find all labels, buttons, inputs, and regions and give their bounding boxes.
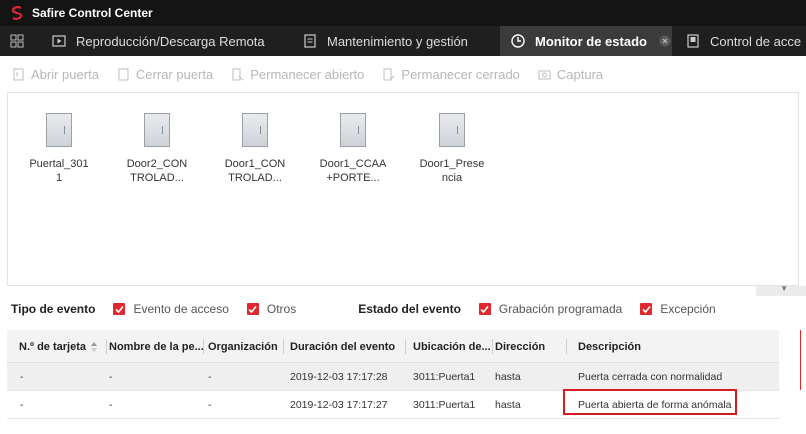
column-header-card-number[interactable]: N.º de tarjeta bbox=[19, 330, 107, 363]
column-header-description[interactable]: Descripción bbox=[578, 330, 768, 363]
access-event-checkbox[interactable]: Evento de acceso bbox=[113, 302, 229, 316]
door-device-item[interactable]: Door1_Prese ncia bbox=[417, 113, 487, 185]
monitor-icon bbox=[511, 34, 525, 48]
checkbox-checked-icon bbox=[640, 303, 653, 315]
column-header-event-duration[interactable]: Duración del evento bbox=[290, 330, 406, 363]
open-door-icon bbox=[13, 68, 24, 80]
event-state-label: Estado del evento bbox=[358, 302, 461, 316]
others-checkbox[interactable]: Otros bbox=[246, 302, 296, 316]
remain-open-button[interactable]: Permanecer abierto bbox=[231, 67, 364, 82]
close-door-icon bbox=[118, 68, 129, 80]
cell-organization: - bbox=[208, 399, 212, 411]
tab-access-control[interactable]: Control de acce bbox=[686, 26, 806, 56]
open-door-button[interactable]: Abrir puerta bbox=[12, 67, 99, 82]
cell-organization: - bbox=[208, 371, 212, 383]
cell-location: 3011:Puerta1 bbox=[413, 371, 476, 383]
cell-person-name: - bbox=[109, 371, 113, 383]
checkbox-checked-icon bbox=[113, 303, 126, 315]
cell-location: 3011:Puerta1 bbox=[413, 399, 476, 411]
close-tab-icon[interactable] bbox=[659, 35, 671, 47]
exception-checkbox[interactable]: Excepción bbox=[640, 302, 716, 316]
access-control-icon bbox=[687, 34, 699, 48]
tab-bar: Reproducción/Descarga Remota Mantenimien… bbox=[0, 26, 806, 56]
highlight-annotation-box bbox=[563, 389, 737, 415]
door-icon bbox=[46, 113, 72, 147]
chevron-down-icon: ▼ bbox=[780, 284, 788, 293]
camera-icon bbox=[538, 70, 551, 79]
column-header-person-name[interactable]: Nombre de la pe... bbox=[108, 330, 204, 363]
capture-button[interactable]: Captura bbox=[538, 67, 603, 82]
door-device-item[interactable]: Door1_CON TROLAD... bbox=[220, 113, 290, 185]
remain-open-icon bbox=[232, 68, 244, 80]
playback-icon bbox=[52, 35, 66, 47]
close-door-button[interactable]: Cerrar puerta bbox=[117, 67, 213, 82]
door-control-toolbar: Abrir puerta Cerrar puerta Permanecer ab… bbox=[0, 56, 806, 92]
column-header-location[interactable]: Ubicación de... bbox=[413, 330, 493, 363]
tab-label: Mantenimiento y gestión bbox=[327, 33, 468, 49]
door-icon bbox=[242, 113, 268, 147]
panel-edge-marker bbox=[800, 330, 806, 390]
tab-playback[interactable]: Reproducción/Descarga Remota bbox=[52, 26, 282, 56]
door-name: Puertal_301 1 bbox=[29, 158, 89, 184]
column-header-direction[interactable]: Dirección bbox=[495, 330, 567, 363]
tab-label: Control de acce bbox=[710, 33, 802, 49]
cell-card-number: - bbox=[20, 371, 24, 383]
title-bar: Safire Control Center bbox=[0, 0, 806, 26]
panel-collapse-handle[interactable]: ▼ bbox=[756, 284, 806, 296]
maintenance-icon bbox=[304, 34, 316, 48]
grid-menu-icon[interactable] bbox=[10, 34, 24, 48]
checkbox-checked-icon bbox=[478, 303, 491, 315]
app-title: Safire Control Center bbox=[32, 6, 153, 20]
door-device-item[interactable]: Door1_CCAA +PORTE... bbox=[318, 113, 388, 185]
door-icon bbox=[340, 113, 366, 147]
tab-status-monitor[interactable]: Monitor de estado bbox=[500, 26, 672, 56]
cell-direction: hasta bbox=[495, 399, 521, 411]
cell-event-time: 2019-12-03 17:17:27 bbox=[290, 399, 388, 411]
checkbox-checked-icon bbox=[246, 303, 259, 315]
remain-closed-icon bbox=[383, 68, 395, 80]
door-device-panel: Puertal_301 1 Door2_CON TROLAD... Door1_… bbox=[7, 92, 799, 286]
door-name: Door2_CON TROLAD... bbox=[126, 158, 188, 184]
cell-card-number: - bbox=[20, 399, 24, 411]
tab-label: Reproducción/Descarga Remota bbox=[76, 33, 265, 49]
event-filter-row: Tipo de evento Evento de acceso Otros Es… bbox=[0, 296, 806, 322]
tab-label: Monitor de estado bbox=[535, 33, 647, 49]
door-device-item[interactable]: Puertal_301 1 bbox=[24, 113, 94, 185]
event-type-label: Tipo de evento bbox=[11, 302, 96, 316]
door-name: Door1_Prese ncia bbox=[419, 158, 485, 184]
column-header-organization[interactable]: Organización bbox=[208, 330, 284, 363]
sort-icon[interactable] bbox=[90, 341, 98, 353]
tab-maintenance[interactable]: Mantenimiento y gestión bbox=[303, 26, 493, 56]
table-header: N.º de tarjeta Nombre de la pe... Organi… bbox=[7, 330, 779, 363]
door-name: Door1_CCAA +PORTE... bbox=[319, 158, 387, 184]
cell-event-time: 2019-12-03 17:17:28 bbox=[290, 371, 388, 383]
door-name: Door1_CON TROLAD... bbox=[224, 158, 286, 184]
cell-person-name: - bbox=[109, 399, 113, 411]
cell-description: Puerta cerrada con normalidad bbox=[578, 371, 723, 383]
cell-direction: hasta bbox=[495, 371, 521, 383]
door-icon bbox=[439, 113, 465, 147]
remain-closed-button[interactable]: Permanecer cerrado bbox=[382, 67, 520, 82]
door-icon bbox=[144, 113, 170, 147]
table-row[interactable]: - - - 2019-12-03 17:17:28 3011:Puerta1 h… bbox=[7, 363, 779, 391]
safire-logo-icon bbox=[11, 6, 23, 20]
scheduled-recording-checkbox[interactable]: Grabación programada bbox=[478, 302, 622, 316]
door-device-item[interactable]: Door2_CON TROLAD... bbox=[122, 113, 192, 185]
